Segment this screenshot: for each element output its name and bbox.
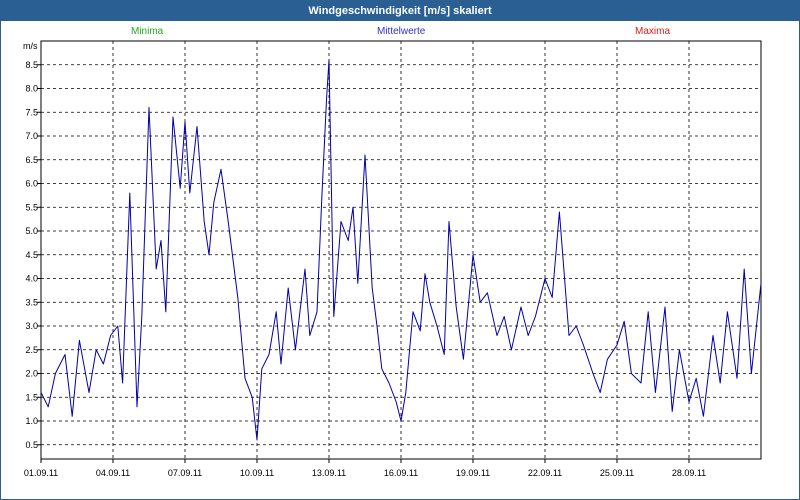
x-tick-label: 19.09.11 [456, 468, 490, 478]
y-tick-label: 7.5 [25, 107, 38, 117]
x-tick-label: 25.09.11 [600, 468, 634, 478]
x-tick-label: 13.09.11 [312, 468, 346, 478]
x-tick-label: 22.09.11 [528, 468, 562, 478]
y-tick-label: 2.5 [25, 345, 38, 355]
y-tick-label: 1.0 [25, 416, 38, 426]
chart-window: Windgeschwindigkeit [m/s] skaliert Minim… [0, 0, 800, 500]
x-tick-label: 01.09.11 [24, 468, 58, 478]
y-tick-label: 3.5 [25, 297, 38, 307]
y-tick-label: 3.0 [25, 321, 38, 331]
x-tick-label: 04.09.11 [96, 468, 130, 478]
y-tick-label: 8.5 [25, 60, 38, 70]
y-tick-label: 6.5 [25, 155, 38, 165]
y-tick-label: 7.0 [25, 131, 38, 141]
y-tick-label: 5.0 [25, 226, 38, 236]
y-tick-label: 0.5 [25, 440, 38, 450]
x-tick-label: 28.09.11 [672, 468, 706, 478]
y-tick-label: 2.0 [25, 369, 38, 379]
x-tick-label: 16.09.11 [384, 468, 418, 478]
y-tick-label: 5.5 [25, 202, 38, 212]
x-tick-label: 07.09.11 [168, 468, 202, 478]
y-tick-label: 4.5 [25, 250, 38, 260]
y-tick-label: 8.0 [25, 84, 38, 94]
y-tick-label: 6.0 [25, 179, 38, 189]
y-tick-label: 4.0 [25, 274, 38, 284]
y-tick-label: 1.5 [25, 392, 38, 402]
line-chart: 0.5 1.0 1.5 2.0 2.5 3.0 3.5 4.0 4.5 5.0 5.5 6.0 6.5 7… [24, 40, 762, 478]
x-tick-label: 10.09.11 [240, 468, 274, 478]
